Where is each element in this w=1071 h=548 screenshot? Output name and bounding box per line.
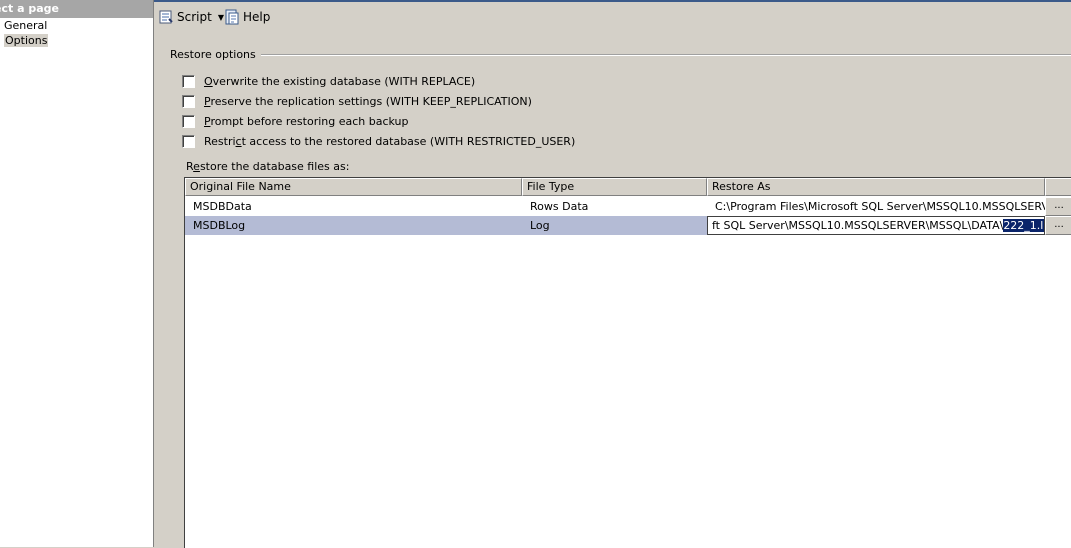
table-row[interactable]: MSDBLog Log ft SQL Server\MSSQL10.MSSQLS…	[185, 216, 1071, 235]
cell-original-file-name: MSDBData	[193, 200, 252, 213]
option-label: Restrict access to the restored database…	[204, 134, 576, 148]
restore-files-grid[interactable]: Original File Name File Type Restore As …	[184, 177, 1071, 548]
table-row[interactable]: MSDBData Rows Data C:\Program Files\Micr…	[185, 197, 1071, 216]
browse-button[interactable]: ...	[1045, 216, 1071, 235]
page-item-general[interactable]: General	[0, 18, 153, 33]
option-overwrite[interactable]: Overwrite the existing database (WITH RE…	[182, 73, 475, 89]
column-header-file-type[interactable]: File Type	[522, 178, 707, 196]
column-header-restore-as[interactable]: Restore As	[707, 178, 1045, 196]
cell-restore-as[interactable]: C:\Program Files\Microsoft SQL Server\MS…	[707, 197, 1045, 216]
script-label: Script	[177, 10, 212, 24]
selected-text: 222_1.ldf	[1003, 219, 1044, 232]
option-preserve-replication[interactable]: Preserve the replication settings (WITH …	[182, 93, 532, 109]
option-label: Overwrite the existing database (WITH RE…	[204, 74, 476, 88]
restore-as-edit-field[interactable]: ft SQL Server\MSSQL10.MSSQLSERVER\MSSQL\…	[707, 216, 1045, 235]
group-divider	[250, 54, 1071, 56]
page-item-label: General	[4, 19, 48, 32]
prompt-before-restore-checkbox[interactable]	[182, 114, 195, 128]
option-label: Preserve the replication settings (WITH …	[204, 94, 532, 108]
restrict-access-checkbox[interactable]	[182, 134, 195, 148]
restore-files-label: Restore the database files as:	[186, 160, 350, 173]
preserve-replication-checkbox[interactable]	[182, 94, 195, 108]
script-icon	[158, 9, 174, 25]
page-item-options[interactable]: Options	[0, 33, 153, 48]
select-page-panel: ect a page General Options	[0, 0, 154, 547]
help-icon	[224, 9, 240, 25]
overwrite-checkbox[interactable]	[182, 74, 195, 88]
help-label: Help	[243, 10, 271, 24]
column-header-original-file-name[interactable]: Original File Name	[185, 178, 522, 196]
restore-options-title: Restore options	[170, 48, 261, 61]
page-item-label: Options	[4, 34, 49, 47]
option-restrict-access[interactable]: Restrict access to the restored database…	[182, 133, 575, 149]
toolbar: Script ▼ Help	[154, 0, 1071, 30]
cell-file-type: Log	[522, 216, 707, 235]
option-prompt-before-restore[interactable]: Prompt before restoring each backup	[182, 113, 409, 129]
column-header-browse	[1045, 178, 1071, 196]
cell-file-type: Rows Data	[530, 200, 589, 213]
option-label: Prompt before restoring each backup	[204, 114, 409, 128]
script-button[interactable]: Script ▼	[158, 8, 224, 26]
browse-button[interactable]: ...	[1045, 197, 1071, 216]
help-button[interactable]: Help	[224, 8, 270, 26]
select-page-header: ect a page	[0, 0, 153, 18]
cell-original-file-name: MSDBLog	[185, 216, 522, 235]
